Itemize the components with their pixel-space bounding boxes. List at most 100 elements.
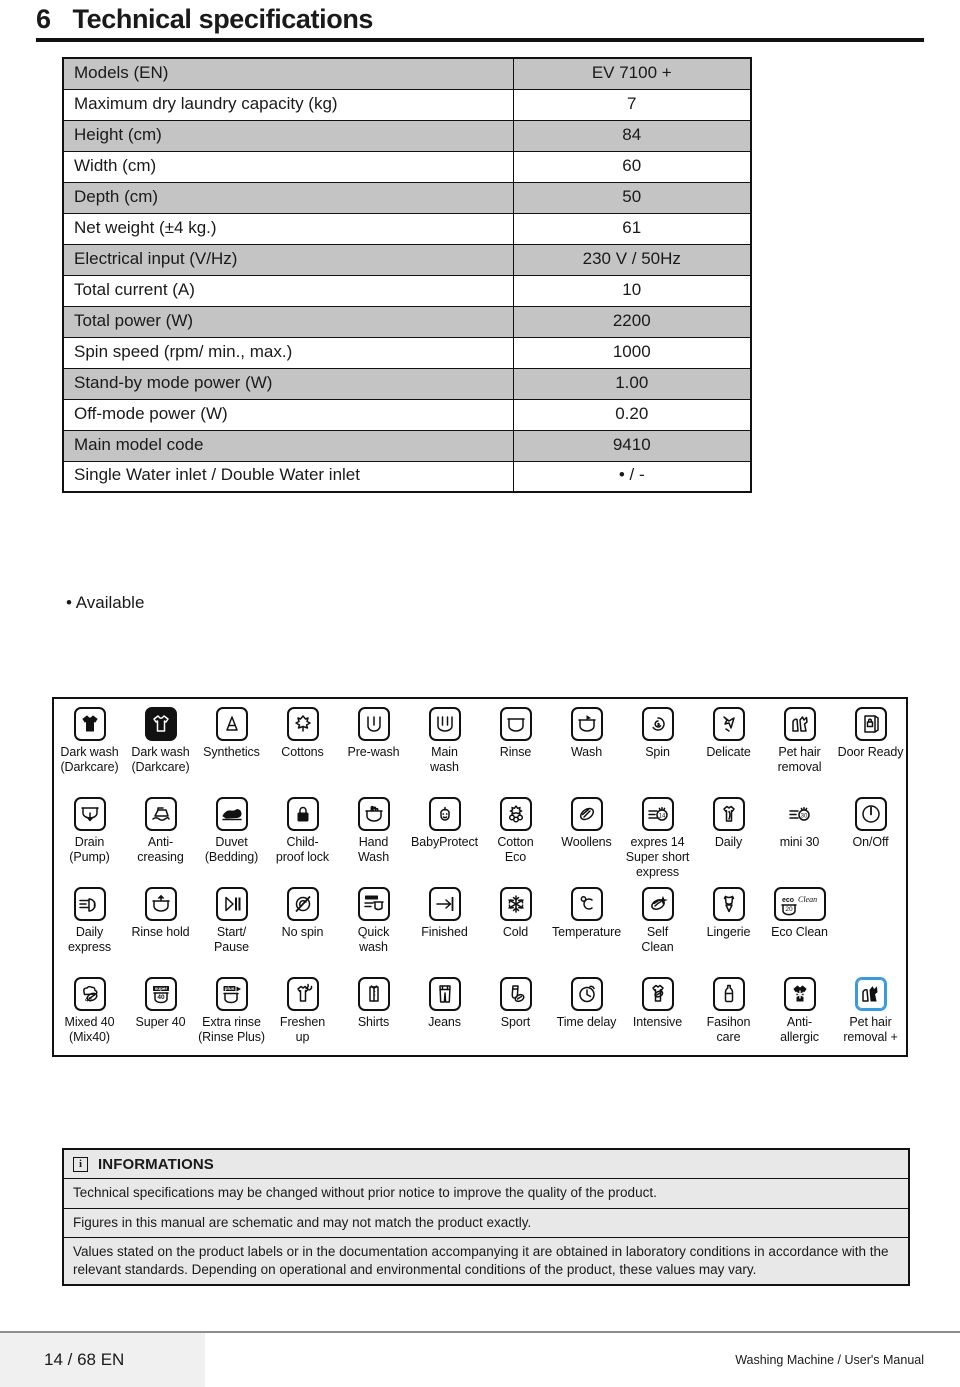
- technical-specifications-table: Models (EN) EV 7100 + Maximum dry laundry …: [62, 57, 752, 493]
- spec-label: Main model code: [62, 429, 514, 462]
- spec-value: 50: [512, 181, 752, 214]
- table-row: Maximum dry laundry capacity (kg) 7: [62, 88, 752, 121]
- spec-label: Electrical input (V/Hz): [62, 243, 514, 276]
- rinse-icon: [499, 707, 532, 741]
- symbol-legend-panel: Dark wash (Darkcare) Dark wash (Darkcare)…: [52, 697, 908, 1057]
- svg-text:super: super: [154, 986, 167, 991]
- spec-label: Height (cm): [62, 119, 514, 152]
- no-spin-icon: [286, 887, 319, 921]
- legend-item-pet-hair-removal-plus: Pet hair removal +: [835, 977, 906, 1045]
- pet-hair-removal-plus-icon: [854, 977, 887, 1011]
- finished-icon: [428, 887, 461, 921]
- legend-item-label: Self Clean: [641, 925, 674, 954]
- svg-text:Clean: Clean: [798, 895, 817, 904]
- legend-item-fashion-care: Fasihon care: [693, 977, 764, 1045]
- legend-item-label: Lingerie: [706, 925, 751, 939]
- legend-item-jeans: Jeans: [409, 977, 480, 1030]
- legend-item-woollens: Woollens: [551, 797, 622, 850]
- spin-icon: [641, 707, 674, 741]
- legend-item-label: Daily: [714, 835, 743, 849]
- mini-30-icon: 30: [783, 797, 816, 831]
- intensive-icon: [641, 977, 674, 1011]
- legend-item-synthetics: Synthetics: [196, 707, 267, 760]
- svg-text:eco: eco: [782, 897, 794, 904]
- spec-value: 60: [512, 150, 752, 183]
- legend-item-label: On/Off: [852, 835, 889, 849]
- spec-value: 61: [512, 212, 752, 245]
- spec-value: 1.00: [512, 367, 752, 400]
- svg-text:14: 14: [658, 813, 665, 819]
- legend-item-label: Fasihon care: [706, 1015, 751, 1044]
- rinse-hold-icon: [144, 887, 177, 921]
- footer-manual-name: Washing Machine / User's Manual: [735, 1353, 924, 1367]
- legend-item-label: Cold: [502, 925, 529, 939]
- legend-item-label: Duvet (Bedding): [204, 835, 259, 864]
- legend-item-label: Door Ready: [837, 745, 904, 759]
- legend-item-label: Jeans: [428, 1015, 461, 1029]
- informations-header: i INFORMATIONS: [64, 1150, 908, 1179]
- legend-item-extra-rinse: plus Extra rinse (Rinse Plus): [196, 977, 267, 1045]
- legend-item-label: Temperature: [551, 925, 622, 939]
- legend-item-daily: Daily: [693, 797, 764, 850]
- manual-page: 6 Technical specifications Models (EN) EV…: [0, 0, 960, 1387]
- dark-wash-inverted-icon: [144, 707, 177, 741]
- on-off-icon: [854, 797, 887, 831]
- legend-item-time-delay: Time delay: [551, 977, 622, 1030]
- svg-text:20: 20: [785, 906, 793, 913]
- informations-line: Technical specifications may be changed …: [64, 1179, 908, 1209]
- quick-wash-icon: [357, 887, 390, 921]
- legend-item-cold: Cold: [480, 887, 551, 940]
- page-footer: 14 / 68 EN Washing Machine / User's Manu…: [0, 1333, 960, 1387]
- legend-item-wash: Wash: [551, 707, 622, 760]
- legend-item-door-ready: Door Ready: [835, 707, 906, 760]
- spec-value: 7: [512, 88, 752, 121]
- table-row: Electrical input (V/Hz) 230 V / 50Hz: [62, 243, 752, 276]
- legend-item-start-pause: Start/ Pause: [196, 887, 267, 955]
- legend-item-temperature: Temperature: [551, 887, 622, 940]
- available-legend: • Available: [66, 593, 145, 612]
- legend-item-label: Dark wash (Darkcare): [131, 745, 190, 774]
- spec-value: • / -: [512, 460, 752, 493]
- legend-item-blank: [835, 887, 906, 925]
- spec-label: Off-mode power (W): [62, 398, 514, 431]
- express-14-icon: 14: [641, 797, 674, 831]
- informations-title: INFORMATIONS: [98, 1156, 214, 1173]
- delicate-icon: [712, 707, 745, 741]
- start-pause-icon: [215, 887, 248, 921]
- legend-item-label: Finished: [421, 925, 468, 939]
- legend-item-spin: Spin: [622, 707, 693, 760]
- table-row: Total power (W) 2200: [62, 305, 752, 338]
- svg-text:40: 40: [157, 994, 165, 1001]
- daily-icon: [712, 797, 745, 831]
- legend-item-label: Dark wash (Darkcare): [60, 745, 119, 774]
- legend-item-on-off: On/Off: [835, 797, 906, 850]
- door-ready-icon: [854, 707, 887, 741]
- legend-item-label: Delicate: [706, 745, 751, 759]
- self-clean-icon: [641, 887, 674, 921]
- legend-item-self-clean: Self Clean: [622, 887, 693, 955]
- eco-clean-icon: eco Clean 20: [773, 887, 826, 921]
- legend-item-label: Anti- creasing: [137, 835, 184, 864]
- footer-page-number: 14 / 68 EN: [0, 1333, 205, 1387]
- cottons-icon: [286, 707, 319, 741]
- legend-item-label: Wash: [570, 745, 603, 759]
- legend-item-label: Spin: [645, 745, 670, 759]
- cotton-eco-icon: [499, 797, 532, 831]
- legend-item-label: Shirts: [357, 1015, 390, 1029]
- spec-value: 84: [512, 119, 752, 152]
- child-proof-lock-icon: [286, 797, 319, 831]
- duvet-bedding-icon: [215, 797, 248, 831]
- baby-protect-icon: [428, 797, 461, 831]
- legend-item-anti-allergic: Anti- allergic: [764, 977, 835, 1045]
- chapter-number: 6: [36, 4, 51, 34]
- icon-legend-row: 40 Mixed 40 (Mix40) super 40 Super 40 plus Ext…: [54, 977, 906, 1067]
- legend-item-freshen-up: Freshen up: [267, 977, 338, 1045]
- svg-text:40: 40: [85, 998, 92, 1004]
- daily-express-icon: [73, 887, 106, 921]
- legend-item-label: Extra rinse (Rinse Plus): [198, 1015, 265, 1044]
- legend-item-hand-wash: Hand Wash: [338, 797, 409, 865]
- legend-item-duvet-bedding: Duvet (Bedding): [196, 797, 267, 865]
- spec-label: Spin speed (rpm/ min., max.): [62, 336, 514, 369]
- legend-item-no-spin: No spin: [267, 887, 338, 940]
- legend-item-label: Anti- allergic: [780, 1015, 819, 1044]
